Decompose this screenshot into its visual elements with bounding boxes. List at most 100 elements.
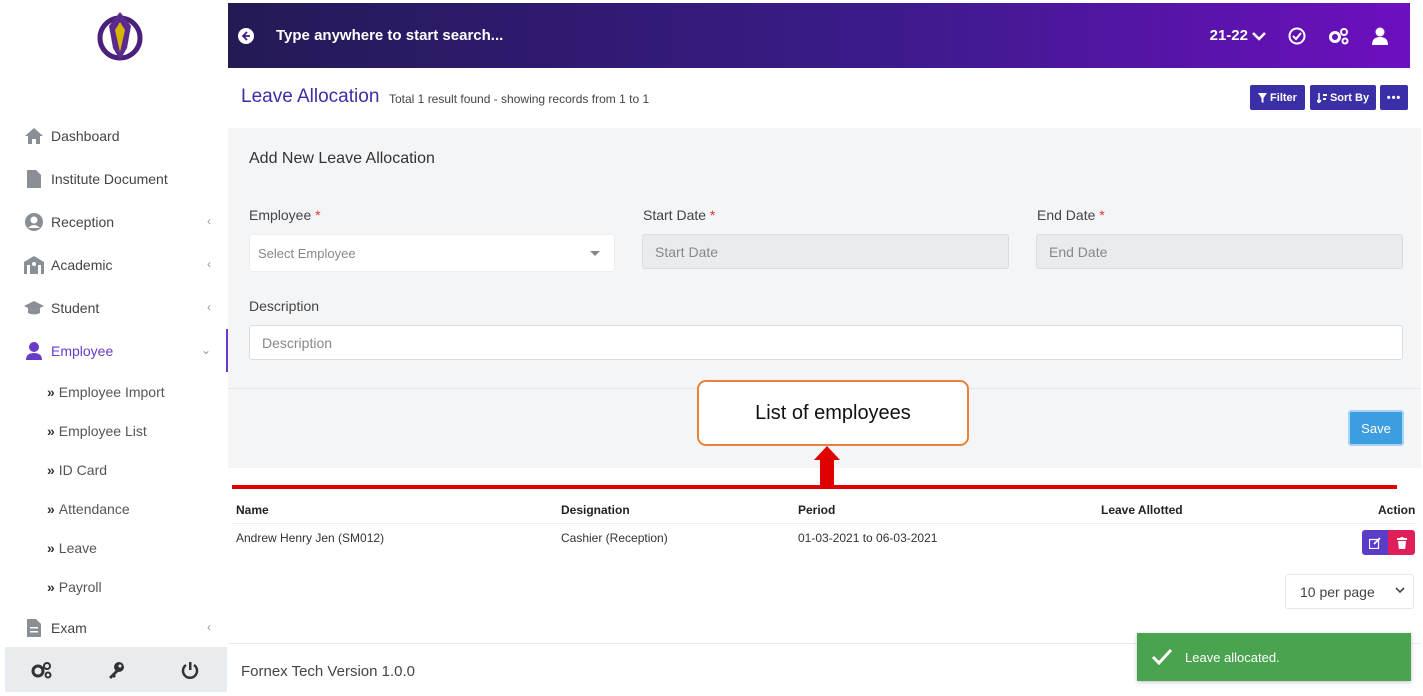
caret-down-icon	[590, 251, 600, 256]
start-date-label-text: Start Date	[643, 207, 707, 223]
chevron-down-icon	[1252, 31, 1266, 41]
sort-label: Sort By	[1329, 91, 1370, 104]
academic-building-icon	[23, 255, 45, 275]
column-header-action: Action	[1378, 503, 1416, 517]
cell-name: Andrew Henry Jen (SM012)	[236, 531, 385, 545]
employee-label-text: Employee	[249, 207, 312, 223]
global-search-input[interactable]	[276, 27, 776, 44]
sort-button[interactable]: Sort By	[1310, 85, 1376, 110]
annotation-underline	[232, 485, 1397, 489]
submenu-label: Leave	[58, 539, 97, 556]
home-icon	[23, 126, 45, 146]
employee-select[interactable]: Select Employee	[249, 234, 615, 272]
chevron-left-icon: ‹	[207, 257, 211, 271]
table-row-divider	[232, 523, 1417, 524]
top-bar: 21-22	[228, 3, 1410, 68]
per-page-select[interactable]: 10 per page	[1285, 574, 1414, 609]
sidebar: Dashboard Institute Document Reception ‹	[5, 0, 228, 696]
chevron-left-icon: ‹	[207, 214, 211, 228]
app-logo[interactable]	[93, 8, 147, 66]
filter-icon	[1258, 92, 1268, 103]
employee-select-placeholder: Select Employee	[258, 245, 356, 261]
chevron-left-icon: ‹	[207, 300, 211, 314]
check-circle-icon[interactable]	[1288, 27, 1306, 45]
sidebar-item-label: Exam	[51, 619, 87, 636]
sidebar-item-student[interactable]: Student ‹	[5, 286, 227, 329]
sidebar-item-label: Reception	[51, 213, 115, 230]
double-chevron-icon: »	[47, 578, 55, 595]
start-date-field[interactable]	[642, 234, 1009, 269]
submenu-label: Payroll	[58, 578, 102, 595]
result-summary: Total 1 result found - showing records f…	[389, 92, 650, 106]
sidebar-item-academic[interactable]: Academic ‹	[5, 243, 227, 286]
submenu-item-attendance[interactable]: » Attendance	[5, 489, 227, 528]
column-header-period: Period	[798, 503, 836, 517]
save-button[interactable]: Save	[1348, 410, 1404, 446]
ellipsis-icon: •••	[1386, 91, 1402, 104]
filter-button[interactable]: Filter	[1250, 85, 1305, 110]
sidebar-nav: Dashboard Institute Document Reception ‹	[5, 114, 228, 649]
sidebar-item-employee[interactable]: Employee ⌄	[5, 329, 228, 372]
sidebar-item-reception[interactable]: Reception ‹	[5, 200, 227, 243]
end-date-field[interactable]	[1036, 234, 1403, 269]
submenu-label: Attendance	[58, 500, 130, 517]
chevron-left-icon: ‹	[207, 620, 211, 634]
filter-label: Filter	[1270, 91, 1297, 104]
toast-message: Leave allocated.	[1185, 649, 1280, 665]
submenu-label: ID Card	[58, 461, 108, 478]
sidebar-item-dashboard[interactable]: Dashboard	[5, 114, 227, 157]
success-toast[interactable]: Leave allocated.	[1137, 633, 1411, 681]
key-icon[interactable]	[101, 655, 131, 685]
edit-button[interactable]	[1362, 530, 1388, 555]
column-header-designation: Designation	[561, 503, 630, 517]
user-icon[interactable]	[1372, 27, 1388, 45]
trash-icon	[1396, 536, 1407, 549]
sidebar-item-label: Institute Document	[51, 170, 168, 187]
submenu-item-id-card[interactable]: » ID Card	[5, 450, 227, 489]
submenu-item-leave[interactable]: » Leave	[5, 528, 227, 567]
submenu-item-employee-import[interactable]: » Employee Import	[5, 372, 227, 411]
end-date-label-text: End Date	[1037, 207, 1096, 223]
document-icon	[23, 169, 45, 189]
edit-icon	[1369, 536, 1381, 549]
checkmark-icon	[1151, 648, 1173, 666]
page-header: Leave Allocation Total 1 result found - …	[228, 70, 1410, 126]
submenu-label: Employee List	[58, 422, 147, 439]
settings-icon[interactable]	[1328, 27, 1350, 45]
delete-button[interactable]	[1388, 530, 1415, 555]
back-arrow-icon[interactable]	[238, 27, 254, 44]
column-header-name: Name	[236, 503, 269, 517]
double-chevron-icon: »	[47, 422, 55, 439]
description-label: Description	[249, 298, 320, 314]
submenu-label: Employee Import	[58, 383, 165, 400]
double-chevron-icon: »	[47, 461, 55, 478]
double-chevron-icon: »	[47, 500, 55, 517]
user-circle-icon	[23, 212, 45, 232]
sidebar-footer	[5, 647, 227, 692]
form-title: Add New Leave Allocation	[249, 150, 435, 167]
employee-icon	[23, 341, 45, 361]
description-field[interactable]	[249, 325, 1403, 360]
employee-label: Employee *	[249, 207, 321, 223]
page-title: Leave Allocation	[241, 86, 380, 107]
sidebar-item-label: Student	[51, 299, 100, 316]
graduation-cap-icon	[23, 298, 45, 318]
session-label: 21-22	[1209, 27, 1248, 44]
more-options-button[interactable]: •••	[1380, 85, 1408, 110]
annotation-callout: List of employees	[697, 380, 969, 446]
power-icon[interactable]	[175, 655, 205, 685]
topbar-actions: 21-22	[1210, 3, 1388, 68]
end-date-label: End Date *	[1037, 207, 1105, 223]
submenu-item-payroll[interactable]: » Payroll	[5, 567, 227, 606]
session-selector[interactable]: 21-22	[1210, 27, 1266, 44]
sidebar-item-label: Dashboard	[51, 127, 120, 144]
settings-icon[interactable]	[27, 655, 57, 685]
start-date-label: Start Date *	[643, 207, 715, 223]
chevron-down-icon: ⌄	[200, 343, 211, 357]
required-mark: *	[709, 207, 716, 223]
sidebar-item-institute-document[interactable]: Institute Document	[5, 157, 227, 200]
app-root: Dashboard Institute Document Reception ‹	[0, 0, 1423, 696]
sidebar-item-exam[interactable]: Exam ‹	[5, 606, 227, 649]
submenu-item-employee-list[interactable]: » Employee List	[5, 411, 227, 450]
sidebar-item-label: Academic	[51, 256, 113, 273]
